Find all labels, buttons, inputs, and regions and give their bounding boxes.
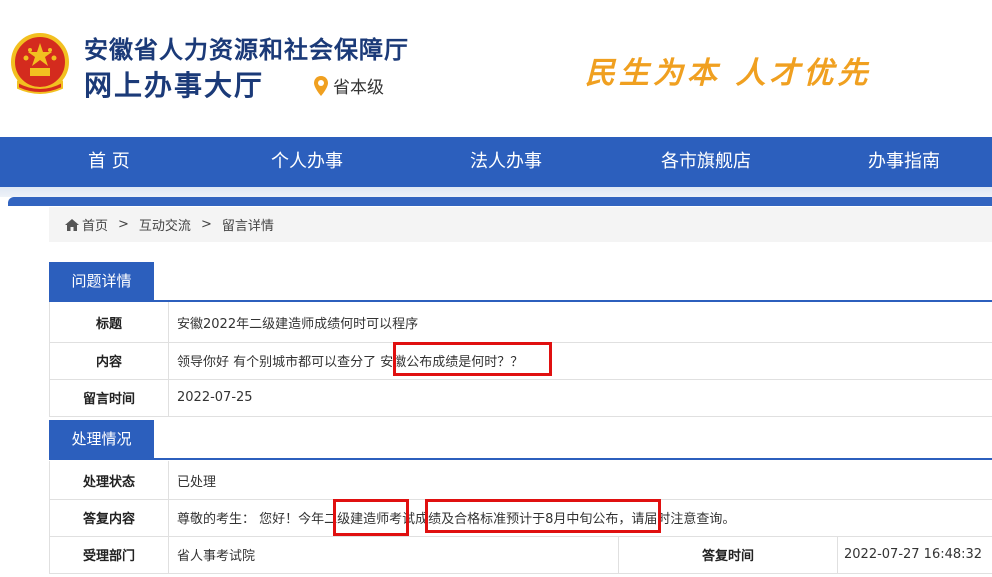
location-pin-icon bbox=[314, 75, 328, 96]
panel-top-bar bbox=[8, 197, 992, 206]
highlight-box-content bbox=[393, 342, 552, 376]
dept-row: 受理部门 省人事考试院 答复时间 2022-07-27 16:48:32 bbox=[49, 536, 992, 574]
reply-time-label: 答复时间 bbox=[618, 536, 838, 573]
dept-value: 省人事考试院 bbox=[177, 549, 256, 564]
status-row: 处理状态 已处理 bbox=[49, 461, 992, 500]
reply-time-value: 2022-07-27 16:48:32 bbox=[844, 547, 983, 562]
main-nav: 首 页 个人办事 法人办事 各市旗舰店 办事指南 bbox=[0, 137, 992, 187]
content-label: 内容 bbox=[50, 342, 169, 379]
breadcrumb-separator: > bbox=[200, 217, 212, 232]
question-time-row: 留言时间 2022-07-25 bbox=[49, 379, 992, 417]
title-label: 标题 bbox=[50, 302, 169, 342]
highlight-box-release-date bbox=[425, 499, 661, 533]
location-selector[interactable]: 省本级 bbox=[313, 73, 384, 98]
handling-section-title: 处理情况 bbox=[49, 420, 154, 458]
time-value: 2022-07-25 bbox=[177, 390, 253, 405]
reply-label: 答复内容 bbox=[50, 499, 169, 536]
status-value: 已处理 bbox=[177, 474, 217, 490]
breadcrumb-home[interactable]: 首页 bbox=[82, 215, 108, 234]
site-title-org: 安徽省人力资源和社会保障厅 bbox=[84, 36, 409, 64]
location-label: 省本级 bbox=[333, 78, 384, 98]
question-title-row: 标题 安徽2022年二级建造师成绩何时可以程序 bbox=[49, 302, 992, 343]
site-title-hall: 网上办事大厅 bbox=[84, 69, 265, 102]
nav-guide[interactable]: 办事指南 bbox=[868, 137, 940, 187]
breadcrumb-current: 留言详情 bbox=[221, 219, 274, 234]
dept-label: 受理部门 bbox=[50, 536, 169, 573]
nav-personal[interactable]: 个人办事 bbox=[271, 137, 343, 187]
national-emblem-icon bbox=[11, 33, 69, 94]
time-label: 留言时间 bbox=[50, 379, 169, 416]
nav-home[interactable]: 首 页 bbox=[88, 137, 130, 187]
question-section-header: 问题详情 bbox=[49, 262, 992, 302]
breadcrumb: 首页 > 互动交流 > 留言详情 bbox=[49, 207, 992, 242]
nav-corporate[interactable]: 法人办事 bbox=[470, 137, 542, 187]
breadcrumb-separator: > bbox=[118, 217, 129, 232]
title-value: 安徽2022年二级建造师成绩何时可以程序 bbox=[177, 316, 419, 332]
home-icon bbox=[65, 218, 79, 231]
question-section-title: 问题详情 bbox=[49, 262, 154, 300]
handling-section-header: 处理情况 bbox=[49, 420, 992, 460]
status-label: 处理状态 bbox=[50, 461, 169, 499]
nav-shadow-band bbox=[0, 187, 992, 197]
nav-city-stores[interactable]: 各市旗舰店 bbox=[661, 137, 751, 187]
highlight-box-exam-name bbox=[333, 499, 409, 536]
breadcrumb-interaction[interactable]: 互动交流 bbox=[139, 215, 191, 234]
slogan: 民生为本 人才优先 bbox=[585, 56, 872, 91]
site-header: 安徽省人力资源和社会保障厅 网上办事大厅 省本级 民生为本 人才优先 bbox=[0, 0, 992, 137]
